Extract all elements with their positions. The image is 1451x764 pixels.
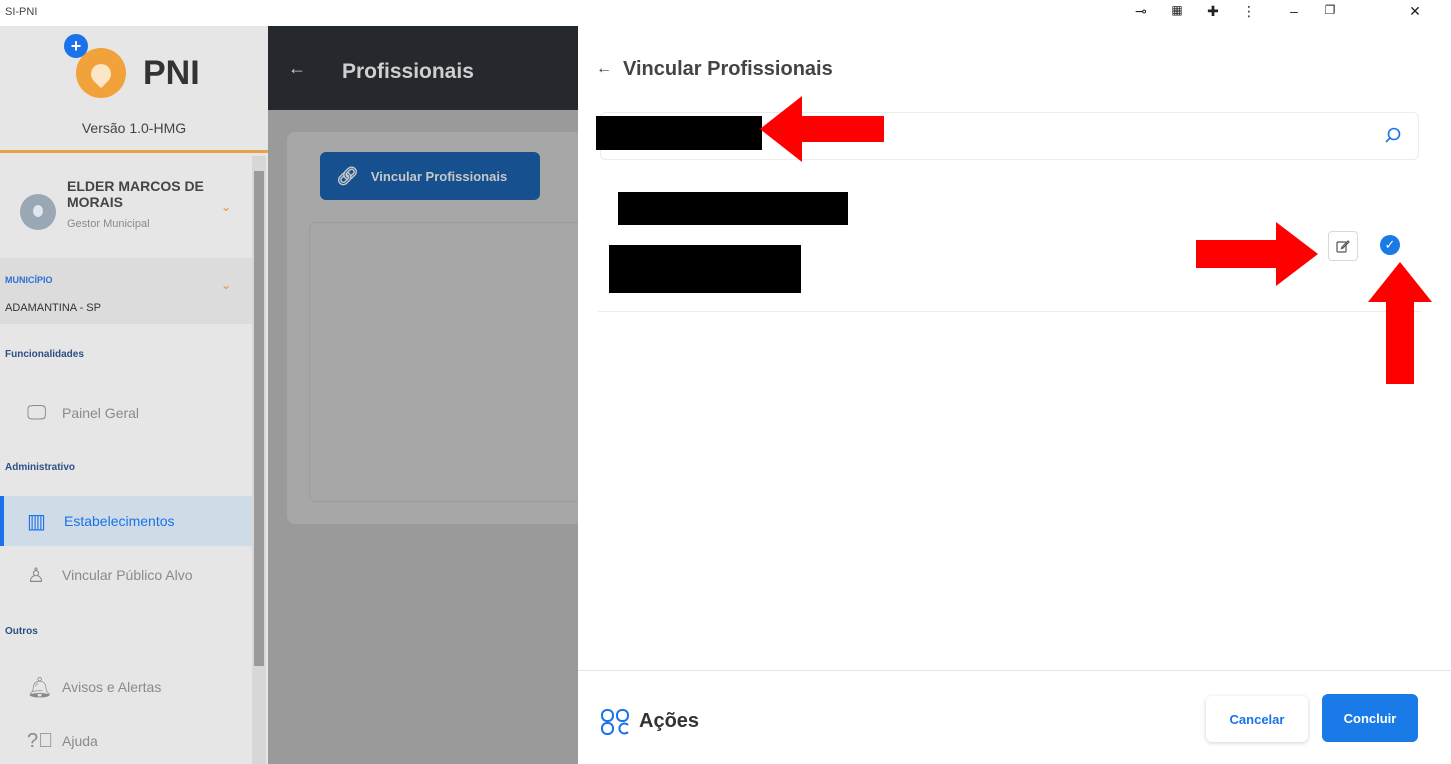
vincular-drawer: ← Vincular Profissionais ✓ Ações Cancela… [578,26,1451,764]
sidebar-item-avisos-alertas[interactable]: 🔔︎ Avisos e Alertas [0,662,252,712]
annotation-arrow-up [1368,262,1432,384]
user-profile[interactable]: ELDER MARCOS DE MORAIS Gestor Municipal … [0,156,252,256]
logo-area: + PNI Versão 1.0-HMG [0,26,268,148]
page-title: Profissionais [342,60,474,83]
monitor-icon: 🖵 [27,401,47,424]
section-administrativo: Administrativo [5,462,76,473]
restore-icon[interactable]: ❐ [1320,3,1340,17]
sidebar: + PNI Versão 1.0-HMG ELDER MARCOS DE MOR… [0,26,268,764]
sidebar-item-vincular-publico-alvo[interactable]: ♙ Vincular Público Alvo [0,550,252,600]
sidebar-item-label: Avisos e Alertas [62,679,162,695]
edit-button[interactable] [1328,231,1358,261]
more-icon[interactable]: ⋮ [1239,3,1259,20]
back-arrow-icon[interactable]: ← [596,60,612,78]
close-icon[interactable]: ✕ [1405,3,1425,20]
scrollbar-thumb[interactable] [254,171,264,666]
page-header: ← Profissionais [268,26,578,110]
search-icon[interactable] [1384,127,1402,145]
edit-icon [1336,240,1350,253]
bell-icon: 🔔︎ [27,676,53,699]
chevron-down-icon[interactable]: ⌄ [221,278,231,292]
redacted-professional-info [609,245,801,293]
divider [578,670,1451,671]
sidebar-item-painel-geral[interactable]: 🖵 Painel Geral [0,388,252,438]
help-icon: ?⃝ [27,729,54,752]
minimize-icon[interactable]: – [1284,3,1304,19]
redacted-professional-name [618,192,848,225]
building-icon: ▥ [27,510,46,533]
redacted-search-text [596,116,762,150]
version-label: Versão 1.0-HMG [81,120,187,136]
link-icon: 🔗︎ [336,165,359,186]
chevron-down-icon[interactable]: ⌄ [221,200,231,214]
content-card: 🔗︎ Vincular Profissionais [287,132,589,524]
annotation-arrow-right [1196,222,1318,286]
back-arrow-icon[interactable]: ← [288,58,306,79]
divider [0,150,268,153]
user-check-icon: ♙ [27,564,45,587]
municipio-label: MUNICÍPIO [5,275,53,285]
extension-icon[interactable]: ✚ [1203,3,1223,20]
vincular-profissionais-button[interactable]: 🔗︎ Vincular Profissionais [320,152,540,200]
user-name: ELDER MARCOS DE MORAIS [67,178,204,210]
sidebar-item-label: Ajuda [62,733,98,749]
municipio-value: ADAMANTINA - SP [5,302,101,314]
sidebar-item-ajuda[interactable]: ?⃝ Ajuda [0,716,252,764]
annotation-arrow-left [760,96,884,162]
section-outros: Outros [5,626,38,637]
cancel-button[interactable]: Cancelar [1206,696,1308,742]
municipio-selector[interactable]: MUNICÍPIO ADAMANTINA - SP ⌄ [0,258,252,324]
avatar [20,194,56,230]
user-role: Gestor Municipal [67,218,150,230]
acoes-label: Ações [639,710,700,732]
window-title: SI-PNI [5,6,38,18]
logo-text: PNI [143,54,200,92]
key-icon[interactable]: ⊸ [1131,3,1151,20]
sidebar-item-estabelecimentos[interactable]: ▥ Estabelecimentos [0,496,252,546]
vincular-profissionais-label: Vincular Profissionais [370,168,508,184]
window-titlebar: SI-PNI ⊸ ▦ ✚ ⋮ – ❐ ✕ [0,0,1451,26]
drawer-title: Vincular Profissionais [623,58,833,80]
table-area [309,222,589,502]
sidebar-item-label: Vincular Público Alvo [62,567,193,583]
conclude-button[interactable]: Concluir [1322,694,1418,742]
sidebar-item-label: Painel Geral [62,405,140,421]
sidebar-item-label: Estabelecimentos [64,513,175,529]
select-checkbox[interactable]: ✓ [1380,235,1400,255]
translate-icon[interactable]: ▦ [1167,3,1187,17]
section-funcionalidades: Funcionalidades [5,349,84,360]
actions-grid-icon [601,709,629,735]
main-content: ← Profissionais 🔗︎ Vincular Profissionai… [268,26,589,764]
plus-badge-icon: + [64,34,88,58]
